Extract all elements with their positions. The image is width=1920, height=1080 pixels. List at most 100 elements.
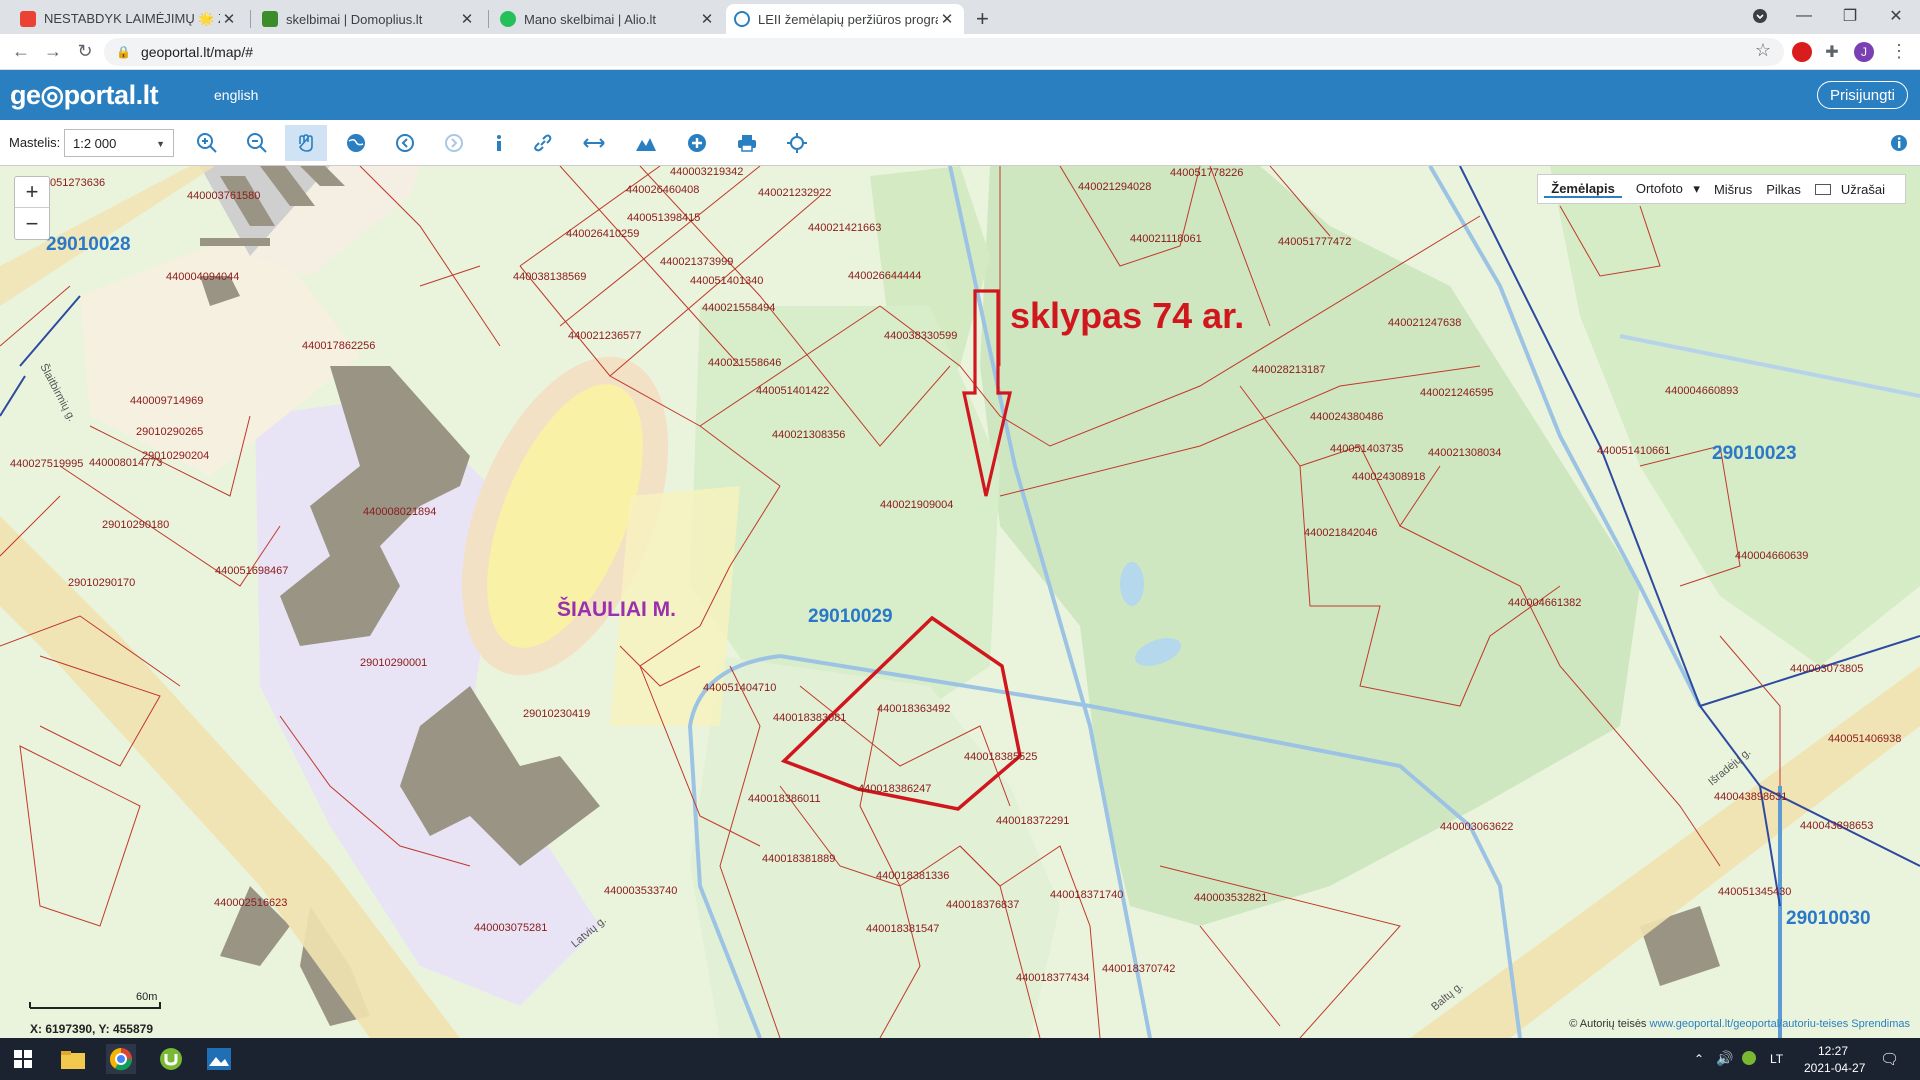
forward-icon[interactable]: → [42, 41, 64, 62]
close-tab-icon[interactable]: ✕ [698, 10, 716, 28]
scale-bar-label: 60m [136, 991, 157, 1003]
reload-icon[interactable]: ↻ [74, 41, 96, 62]
tab-search-icon[interactable] [1738, 2, 1782, 30]
scale-label: Mastelis: [9, 135, 61, 150]
parcel-label: 051273636 [50, 177, 105, 189]
parcel-label: 440018372291 [996, 815, 1069, 827]
language-link[interactable]: english [214, 87, 258, 103]
map-zoom-in-button[interactable]: + [15, 177, 49, 208]
parcel-label: 440021909004 [880, 499, 953, 511]
adblock-extension-icon[interactable] [1792, 42, 1812, 62]
chrome-taskbar-icon[interactable] [106, 1044, 136, 1074]
copyright-link[interactable]: www.geoportal.lt/geoportal/autoriu-teise… [1650, 1018, 1849, 1030]
print-icon[interactable] [726, 125, 768, 161]
back-icon[interactable]: ← [10, 41, 32, 62]
parcel-label: 440018386011 [748, 793, 821, 805]
parcel-label: 440018377434 [1016, 972, 1089, 984]
parcel-label: 440003063622 [1440, 821, 1513, 833]
parcel-label: 440018381889 [762, 853, 835, 865]
parcel-label: 440002516623 [214, 897, 287, 909]
tray-arrow-icon[interactable]: ⌃ [1694, 1052, 1704, 1066]
add-icon[interactable] [676, 125, 718, 161]
link-icon[interactable] [522, 125, 564, 161]
checkbox-icon [1814, 183, 1831, 195]
close-window-button[interactable]: ✕ [1874, 2, 1918, 30]
notifications-icon[interactable]: 🗨 [1880, 1050, 1899, 1068]
help-info-icon[interactable] [1878, 125, 1920, 161]
layer-misrus[interactable]: Mišrus [1707, 182, 1759, 197]
layer-ortofoto[interactable]: Ortofoto ▾ [1622, 181, 1707, 197]
minimize-button[interactable]: — [1782, 2, 1826, 30]
parcel-label: 440003075281 [474, 922, 547, 934]
clock-time[interactable]: 12:27 [1818, 1044, 1848, 1058]
tab-geoportal[interactable]: LEII žemėlapių peržiūros program ✕ [726, 4, 964, 34]
tab-domoplius[interactable]: skelbimai | Domoplius.lt ✕ [254, 4, 484, 34]
dropdown-arrow-icon: ▼ [156, 139, 165, 149]
parcel-label: 440051403735 [1330, 443, 1403, 455]
close-tab-icon[interactable]: ✕ [458, 10, 476, 28]
map-canvas[interactable]: sklypas 74 ar. ŠIAULIAI M. 29010028 2901… [0, 166, 1920, 1038]
parcel-label: 440004661382 [1508, 597, 1581, 609]
menu-kebab-icon[interactable]: ⋮ [1888, 41, 1910, 62]
parcel-label: 440051404710 [703, 682, 776, 694]
maximize-button[interactable]: ❐ [1828, 2, 1872, 30]
pan-icon[interactable] [285, 125, 327, 161]
zoom-in-icon[interactable] [186, 125, 228, 161]
parcel-label: 440003219342 [670, 166, 743, 178]
layer-zemelapis[interactable]: Žemėlapis [1544, 181, 1622, 198]
measure-icon[interactable] [573, 125, 615, 161]
parcel-label: 440004094044 [166, 271, 239, 283]
photos-app-icon[interactable] [204, 1044, 234, 1074]
tab-nestabdyk[interactable]: NESTABDYK LAIMĖJIMŲ 🌟 Žai ✕ [12, 4, 246, 34]
alio-icon [500, 11, 516, 27]
notes-checkbox[interactable]: Užrašai [1808, 182, 1899, 197]
layer-pilkas[interactable]: Pilkas [1759, 182, 1808, 197]
parcel-label: 440018363492 [877, 703, 950, 715]
scale-select[interactable]: 1:2 000 ▼ [64, 129, 174, 157]
decisions-link[interactable]: Sprendimas [1851, 1018, 1910, 1030]
utorrent-icon[interactable] [156, 1044, 186, 1074]
zoom-out-icon[interactable] [236, 125, 278, 161]
parcel-label: 29010290180 [102, 519, 169, 531]
parcel-label: 440003532821 [1194, 892, 1267, 904]
parcel-label: 440021558494 [702, 302, 775, 314]
parcel-label: 440003761580 [187, 190, 260, 202]
back-icon[interactable] [384, 125, 426, 161]
map-zoom-out-button[interactable]: − [15, 208, 49, 239]
globe-icon[interactable] [335, 125, 377, 161]
tab-alio[interactable]: Mano skelbimai | Alio.lt ✕ [492, 4, 724, 34]
file-explorer-icon[interactable] [58, 1044, 88, 1074]
parcel-label: 440051345430 [1718, 886, 1791, 898]
info-icon[interactable] [478, 125, 520, 161]
windows-start-icon[interactable] [8, 1044, 38, 1074]
parcel-label: 440021558646 [708, 357, 781, 369]
bookmark-star-icon[interactable]: ☆ [1752, 40, 1774, 61]
geoportal-logo[interactable]: ge◎portal.lt [10, 80, 159, 111]
parcel-label: 440027519995 [10, 458, 83, 470]
clock-date[interactable]: 2021-04-27 [1804, 1061, 1865, 1075]
coordinates-readout: X: 6197390, Y: 455879 [30, 1022, 153, 1036]
new-tab-button[interactable]: + [976, 6, 989, 32]
block-29010029: 29010029 [808, 606, 893, 627]
login-button[interactable]: Prisijungti [1816, 81, 1908, 109]
map-drawing: sklypas 74 ar. ŠIAULIAI M. 29010028 2901… [0, 166, 1920, 1038]
close-tab-icon[interactable]: ✕ [220, 10, 238, 28]
utorrent-tray-icon[interactable] [1742, 1051, 1756, 1065]
volume-icon[interactable]: 🔊 [1716, 1050, 1733, 1067]
domoplius-icon [262, 11, 278, 27]
parcel-label: 29010290170 [68, 577, 135, 589]
geoportal-icon [734, 11, 750, 27]
parcel-label: 440021118061 [1130, 233, 1202, 245]
close-tab-icon[interactable]: ✕ [938, 10, 956, 28]
url-input[interactable]: 🔒 geoportal.lt/map/# [104, 38, 1784, 66]
profile-icon[interactable] [625, 125, 667, 161]
parcel-label: 440004660639 [1735, 550, 1808, 562]
parcel-label: 440018383081 [773, 712, 846, 724]
language-indicator[interactable]: LT [1770, 1052, 1783, 1066]
locate-icon[interactable] [776, 125, 818, 161]
profile-avatar[interactable]: J [1854, 42, 1874, 62]
extensions-puzzle-icon[interactable]: ✚ [1822, 42, 1842, 62]
forward-icon[interactable] [433, 125, 475, 161]
zoom-control: + − [14, 176, 50, 240]
block-29010023: 29010023 [1712, 443, 1797, 464]
